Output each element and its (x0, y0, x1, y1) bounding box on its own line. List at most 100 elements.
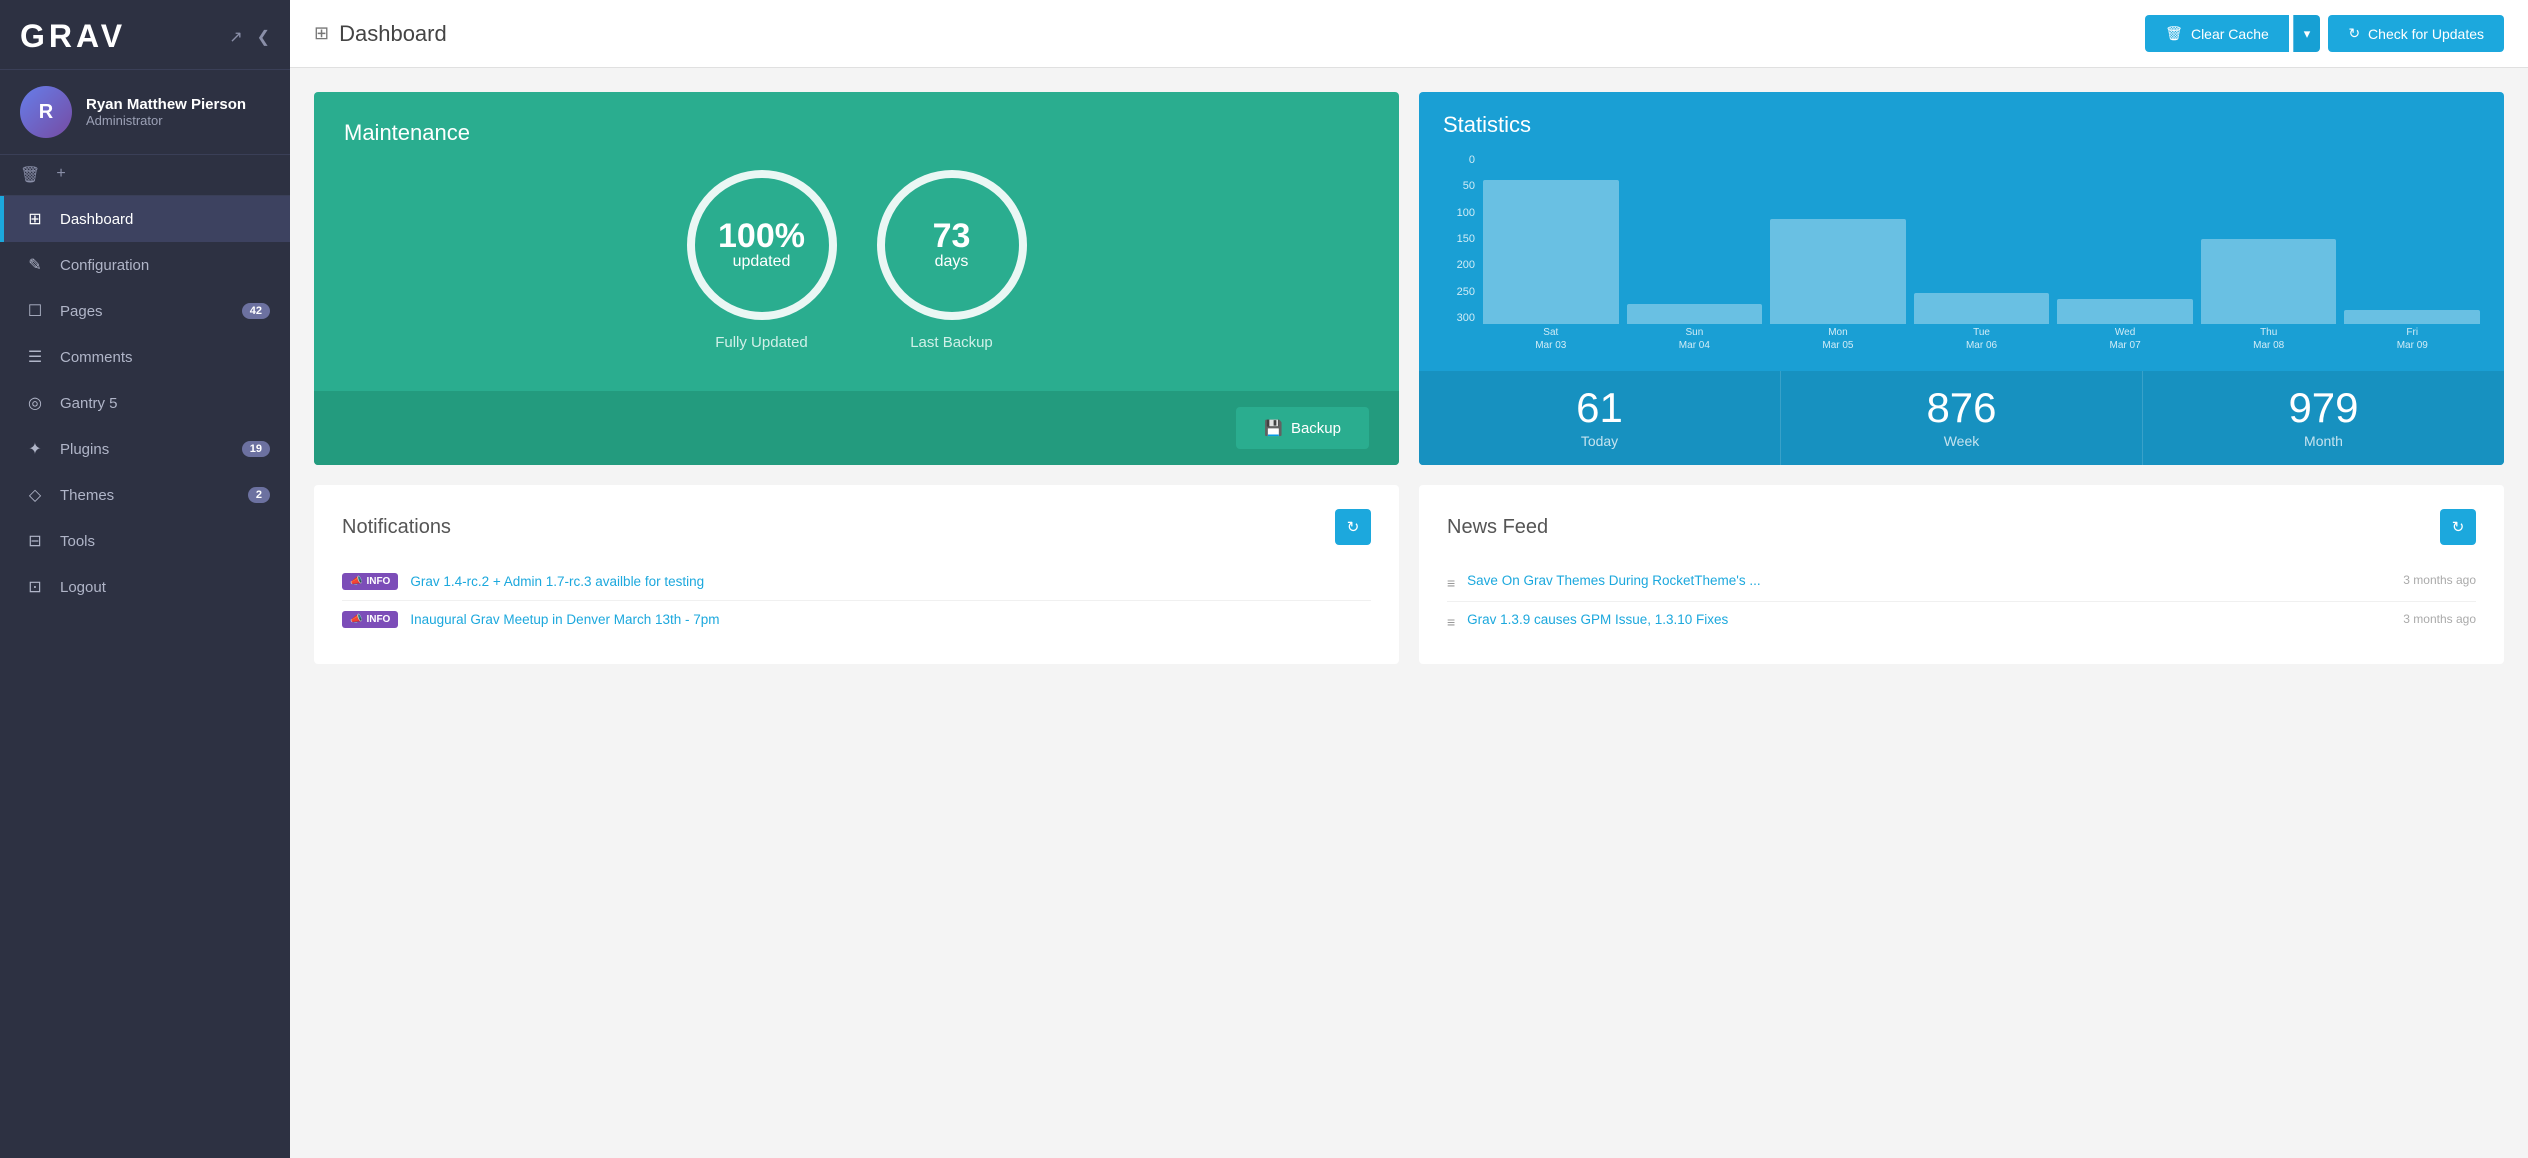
page-title-text: Dashboard (339, 21, 447, 47)
chart-y-label: 200 (1457, 259, 1475, 271)
row-2: Notifications ↻ 📣 INFO Grav 1.4-rc.2 + A… (314, 485, 2504, 664)
sidebar-item-plugins[interactable]: ✦ Plugins 19 (0, 426, 290, 472)
nav-label-themes: Themes (60, 487, 248, 504)
chart-x-label: FriMar 09 (2344, 326, 2480, 354)
circle-backup: 73 days Last Backup (877, 170, 1027, 351)
chart-x-label: WedMar 07 (2057, 326, 2193, 354)
chart-bar (1770, 219, 1906, 324)
newsfeed-card: News Feed ↻ ≡ Save On Grav Themes During… (1419, 485, 2504, 664)
maintenance-circles: 100% updated Fully Updated 73 days Last … (344, 170, 1369, 371)
backup-icon: 💾 (1264, 419, 1283, 437)
sidebar-action-icons: 🗑 + (0, 155, 290, 196)
trash-icon[interactable]: 🗑 (20, 165, 40, 185)
notification-text[interactable]: Inaugural Grav Meetup in Denver March 13… (410, 612, 719, 627)
external-link-icon[interactable]: ↗ (229, 27, 242, 47)
circle-updated: 100% updated Fully Updated (687, 170, 837, 351)
circle-updated-value: 100% (718, 219, 805, 253)
megaphone-icon: 📣 (350, 614, 362, 625)
newsfeed-list: ≡ Save On Grav Themes During RocketTheme… (1447, 563, 2476, 640)
sidebar-item-themes[interactable]: ◇ Themes 2 (0, 472, 290, 518)
maintenance-top: Maintenance 100% updated Fully Updated 7… (314, 92, 1399, 391)
chart-bar-group (2344, 154, 2480, 324)
newsfeed-title: News Feed (1447, 516, 1548, 539)
main-content: ⊞ Dashboard 🗑 Clear Cache ▾ ↻ Check for … (290, 0, 2528, 1158)
check-updates-button[interactable]: ↻ Check for Updates (2328, 15, 2504, 52)
nav-label-pages: Pages (60, 303, 242, 320)
backup-button[interactable]: 💾 Backup (1236, 407, 1369, 449)
sidebar-item-tools[interactable]: ⊟ Tools (0, 518, 290, 564)
chart-x-label: SunMar 04 (1627, 326, 1763, 354)
chart-x-label: MonMar 05 (1770, 326, 1906, 354)
maintenance-card: Maintenance 100% updated Fully Updated 7… (314, 92, 1399, 465)
megaphone-icon: 📣 (350, 576, 362, 587)
user-info: Ryan Matthew Pierson Administrator (86, 96, 246, 128)
notification-item: 📣 INFO Grav 1.4-rc.2 + Admin 1.7-rc.3 av… (342, 563, 1371, 601)
nav-icon-tools: ⊟ (24, 531, 46, 551)
sidebar-item-gantry5[interactable]: ◎ Gantry 5 (0, 380, 290, 426)
stat-num-value: 876 (1791, 387, 2132, 429)
newsfeed-header: News Feed ↻ (1447, 509, 2476, 545)
circle-updated-label: Fully Updated (715, 334, 808, 351)
nav-icon-plugins: ✦ (24, 439, 46, 459)
circle-backup-value: 73 (933, 219, 971, 253)
chart-x-label: SatMar 03 (1483, 326, 1619, 354)
sidebar-item-configuration[interactable]: ✎ Configuration (0, 242, 290, 288)
chart-bar (1483, 180, 1619, 325)
newsfeed-refresh-button[interactable]: ↻ (2440, 509, 2476, 545)
notification-item: 📣 INFO Inaugural Grav Meetup in Denver M… (342, 601, 1371, 638)
sidebar-item-comments[interactable]: ☰ Comments (0, 334, 290, 380)
news-time: 3 months ago (2403, 573, 2476, 587)
chart-x-labels: SatMar 03SunMar 04MonMar 05TueMar 06WedM… (1483, 326, 2480, 354)
chart-bar-group (2057, 154, 2193, 324)
clear-cache-dropdown-button[interactable]: ▾ (2293, 15, 2321, 52)
add-icon[interactable]: + (56, 165, 65, 185)
stat-num-value: 979 (2153, 387, 2494, 429)
notifications-header: Notifications ↻ (342, 509, 1371, 545)
chart-y-label: 250 (1457, 286, 1475, 298)
sidebar-item-dashboard[interactable]: ⊞ Dashboard (0, 196, 290, 242)
circle-backup-ring: 73 days (877, 170, 1027, 320)
nav-icon-pages: ☐ (24, 301, 46, 321)
nav-label-gantry5: Gantry 5 (60, 395, 270, 412)
sidebar-item-logout[interactable]: ⊡ Logout (0, 564, 290, 610)
news-text[interactable]: Save On Grav Themes During RocketTheme's… (1467, 573, 2391, 588)
sidebar-top-icons: ↗ ❮ (229, 27, 270, 47)
chart-bars (1483, 154, 2480, 324)
stat-num-item: 979 Month (2143, 371, 2504, 465)
notification-badge: 📣 INFO (342, 573, 398, 590)
topbar: ⊞ Dashboard 🗑 Clear Cache ▾ ↻ Check for … (290, 0, 2528, 68)
clear-cache-button[interactable]: 🗑 Clear Cache (2145, 15, 2289, 52)
stat-num-item: 61 Today (1419, 371, 1781, 465)
chart-bar (1914, 293, 2050, 324)
chart-bar (2057, 299, 2193, 325)
nav-badge-pages: 42 (242, 303, 270, 319)
news-text[interactable]: Grav 1.3.9 causes GPM Issue, 1.3.10 Fixe… (1467, 612, 2391, 627)
nav-icon-gantry5: ◎ (24, 393, 46, 413)
chart-y-labels: 300250200150100500 (1443, 154, 1479, 324)
notifications-title: Notifications (342, 516, 451, 539)
nav-icon-logout: ⊡ (24, 577, 46, 597)
stat-num-label: Week (1791, 433, 2132, 449)
notifications-list: 📣 INFO Grav 1.4-rc.2 + Admin 1.7-rc.3 av… (342, 563, 1371, 638)
sidebar-item-pages[interactable]: ☐ Pages 42 (0, 288, 290, 334)
chart-bar-group (1483, 154, 1619, 324)
nav-label-configuration: Configuration (60, 257, 270, 274)
nav-label-logout: Logout (60, 579, 270, 596)
news-icon: ≡ (1447, 614, 1455, 630)
stat-num-item: 876 Week (1781, 371, 2143, 465)
trash-icon-btn: 🗑 (2165, 25, 2183, 42)
nav-icon-configuration: ✎ (24, 255, 46, 275)
nav-badge-plugins: 19 (242, 441, 270, 457)
content-area: Maintenance 100% updated Fully Updated 7… (290, 68, 2528, 1158)
sidebar-toggle-icon[interactable]: ❮ (257, 27, 270, 47)
nav-icon-comments: ☰ (24, 347, 46, 367)
stat-num-value: 61 (1429, 387, 1770, 429)
notification-text[interactable]: Grav 1.4-rc.2 + Admin 1.7-rc.3 availble … (410, 574, 704, 589)
notifications-refresh-button[interactable]: ↻ (1335, 509, 1371, 545)
chart-y-label: 100 (1457, 207, 1475, 219)
sidebar-nav: ⊞ Dashboard ✎ Configuration ☐ Pages 42 ☰… (0, 196, 290, 610)
chart-x-label: ThuMar 08 (2201, 326, 2337, 354)
nav-icon-dashboard: ⊞ (24, 209, 46, 229)
circle-backup-label: Last Backup (910, 334, 993, 351)
news-item: ≡ Save On Grav Themes During RocketTheme… (1447, 563, 2476, 602)
